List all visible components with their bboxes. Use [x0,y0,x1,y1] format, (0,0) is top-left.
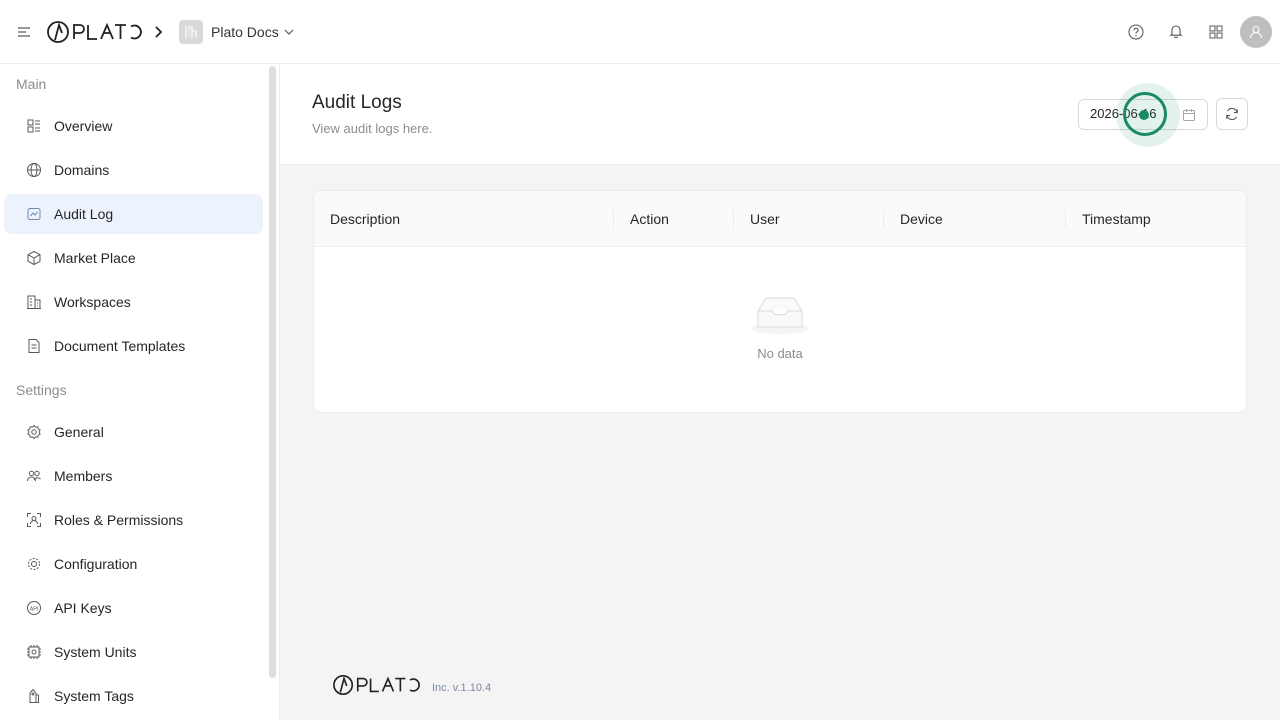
audit-log-table: Description Action User Device Timestamp… [313,190,1247,413]
sidebar-item-label: Roles & Permissions [54,512,184,528]
sidebar-section-main: Main [16,76,47,92]
sidebar-item-members[interactable]: Members [4,456,263,496]
plato-logo[interactable] [47,20,143,44]
bell-icon[interactable] [1166,21,1186,41]
sidebar: Main Overview Domains Audit Log Market P… [0,64,280,720]
refresh-icon [1226,107,1238,121]
chevron-down-icon[interactable] [282,25,296,39]
sidebar-item-domains[interactable]: Domains [4,150,263,190]
empty-state-text: No data [757,346,803,361]
column-divider [883,210,884,228]
sidebar-item-label: Audit Log [54,206,114,222]
system-units-icon [26,644,42,660]
tag-icon [26,688,42,704]
sidebar-item-label: Document Templates [54,338,186,354]
sidebar-scrollbar[interactable] [269,66,276,678]
sidebar-item-label: Configuration [54,556,138,572]
page-subtitle: View audit logs here. [312,121,433,136]
sidebar-section-settings: Settings [16,382,67,398]
top-bar: Plato Docs [0,0,1280,64]
api-icon: API [26,600,42,616]
cube-icon [26,250,42,266]
column-header-device[interactable]: Device [900,191,943,247]
sidebar-item-general[interactable]: General [4,412,263,452]
sidebar-item-document-templates[interactable]: Document Templates [4,326,263,366]
members-icon [26,468,42,484]
sidebar-item-market-place[interactable]: Market Place [4,238,263,278]
column-header-timestamp[interactable]: Timestamp [1082,191,1151,247]
sidebar-item-roles-permissions[interactable]: Roles & Permissions [4,500,263,540]
table-header: Description Action User Device Timestamp [314,191,1246,247]
sidebar-item-label: API Keys [54,600,112,616]
sidebar-item-label: System Tags [54,688,134,704]
user-avatar[interactable] [1240,16,1272,48]
sidebar-item-label: Domains [54,162,110,178]
user-icon [1249,25,1263,39]
workspace-building-icon [179,20,203,44]
sidebar-item-workspaces[interactable]: Workspaces [4,282,263,322]
sidebar-item-configuration[interactable]: Configuration [4,544,263,584]
config-gear-icon [26,556,42,572]
column-divider [733,210,734,228]
apps-grid-icon[interactable] [1206,22,1226,42]
gear-icon [26,424,42,440]
globe-icon [26,162,42,178]
column-header-description[interactable]: Description [330,191,400,247]
sidebar-item-label: Workspaces [54,294,131,310]
sidebar-item-label: General [54,424,104,440]
column-header-user[interactable]: User [750,191,780,247]
breadcrumb-chevron-icon [150,24,166,40]
overview-icon [26,118,42,134]
click-indicator-dot [1139,110,1149,120]
sidebar-item-label: Members [54,468,113,484]
sidebar-item-label: Overview [54,118,113,134]
sidebar-item-api-keys[interactable]: API API Keys [4,588,263,628]
svg-text:API: API [30,606,39,612]
page-title: Audit Logs [312,92,402,113]
sidebar-item-overview[interactable]: Overview [4,106,263,146]
document-icon [26,338,42,354]
workspace-name[interactable]: Plato Docs [211,23,279,41]
footer-version: Inc. v.1.10.4 [432,682,492,694]
column-divider [1065,210,1066,228]
sidebar-item-label: System Units [54,644,137,660]
footer-logo [330,674,424,701]
page-header: Audit Logs View audit logs here. [280,64,1280,165]
column-divider [613,210,614,228]
calendar-icon[interactable] [1182,108,1196,122]
column-header-action[interactable]: Action [630,191,669,247]
help-icon[interactable] [1126,22,1146,42]
sidebar-item-system-tags[interactable]: System Tags [4,676,263,716]
building-icon [26,294,42,310]
refresh-button[interactable] [1216,98,1248,130]
menu-collapse-icon[interactable] [16,24,32,40]
sidebar-item-system-units[interactable]: System Units [4,632,263,672]
roles-icon [26,512,42,528]
sidebar-item-label: Market Place [54,250,136,266]
audit-log-icon [26,206,42,222]
sidebar-item-audit-log[interactable]: Audit Log [4,194,263,234]
footer: Inc. v.1.10.4 [330,674,492,701]
empty-inbox-icon [748,293,812,335]
